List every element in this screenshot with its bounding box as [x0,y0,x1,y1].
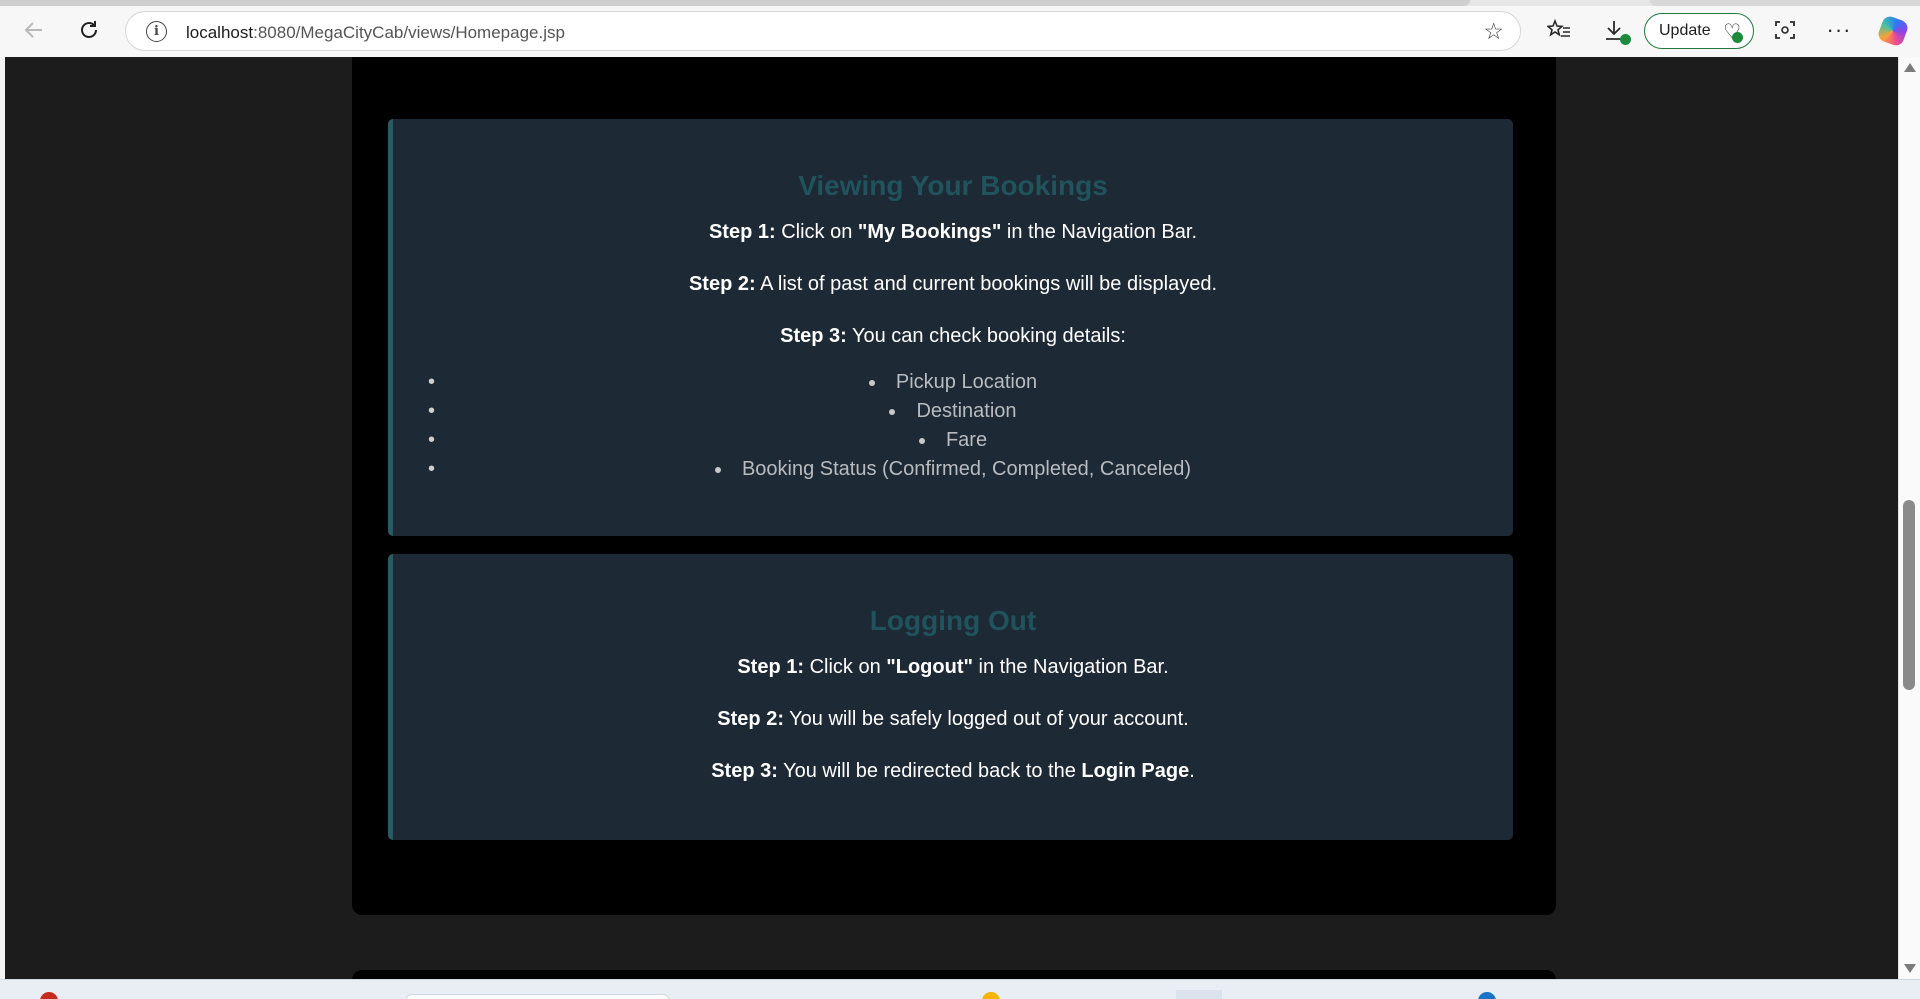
step-text: You will be redirected back to the [777,760,1082,782]
update-label: Update [1659,22,1711,39]
nav-item-name: "Logout" [886,656,973,678]
taskbar-app-icon[interactable] [1176,990,1222,999]
step-2: Step 2: A list of past and current booki… [393,273,1513,296]
booking-details-list: • Pickup Location • Destination • Fare • Boo… [393,368,1513,484]
step-text: You can check booking details: [846,325,1126,347]
step-text: . [1189,760,1195,782]
update-badge [1732,32,1743,43]
step-label: Step 1: [708,221,776,243]
refresh-icon[interactable] [73,14,105,46]
step-text: Click on [775,221,858,243]
screenshot-icon[interactable] [1769,14,1801,46]
url-text[interactable]: localhost:8080/MegaCityCab/views/Homepag… [186,23,565,43]
step-label: Step 3: [711,760,778,782]
section-logging-out: Logging Out Step 1: Click on "Logout" in… [388,554,1513,840]
step-3: Step 3: You will be redirected back to t… [393,760,1513,783]
info-icon[interactable]: i [146,21,167,42]
bullet: • [428,400,436,422]
detail-text: Destination [916,400,1017,422]
back-icon[interactable] [18,14,50,46]
active-tab[interactable] [0,0,1470,6]
copilot-icon[interactable] [1876,14,1910,48]
favorites-icon[interactable] [1543,14,1575,46]
step-label: Step 2: [688,273,756,295]
step-1: Step 1: Click on "Logout" in the Navigat… [393,656,1513,679]
step-text: in the Navigation Bar. [972,656,1169,678]
step-2: Step 2: You will be safely logged out of… [393,708,1513,731]
step-text: Click on [804,656,887,678]
bullet: • [428,371,436,393]
os-taskbar [0,979,1920,999]
step-label: Step 3: [780,325,847,347]
section-title: Viewing Your Bookings [798,170,1108,201]
taskbar-search-box[interactable] [405,994,670,999]
scroll-up-icon[interactable] [1904,63,1916,72]
more-icon[interactable]: ··· [1823,14,1855,46]
url-path: :8080/MegaCityCab/views/Homepage.jsp [253,23,565,42]
bullet: • [428,429,436,451]
step-text: in the Navigation Bar. [1001,221,1198,243]
star-icon[interactable]: ☆ [1483,18,1504,45]
vertical-scrollbar[interactable] [1898,57,1920,979]
taskbar-app-icon[interactable] [982,992,1000,999]
step-1: Step 1: Click on "My Bookings" in the Na… [393,221,1513,244]
page-name: Login Page [1081,760,1190,782]
step-label: Step 2: [717,708,784,730]
update-button[interactable]: Update ♡ [1644,13,1754,49]
page-viewport: Viewing Your Bookings Step 1: Click on "… [5,57,1898,979]
bullet: • [428,458,436,480]
list-item: • Fare [393,426,1513,455]
download-complete-badge [1620,34,1631,45]
detail-text: Booking Status (Confirmed, Completed, Ca… [741,458,1192,480]
tab-strip [0,0,1920,6]
section-viewing-bookings: Viewing Your Bookings Step 1: Click on "… [388,119,1513,536]
browser-toolbar: i localhost:8080/MegaCityCab/views/Homep… [0,0,1920,57]
list-item: • Booking Status (Confirmed, Completed, C… [393,455,1513,484]
step-3: Step 3: You can check booking details: [393,325,1513,348]
nav-item-name: "My Bookings" [857,221,1002,243]
scrollbar-thumb[interactable] [1903,500,1915,690]
list-item: • Destination [393,397,1513,426]
step-text: You will be safely logged out of your ac… [783,708,1189,730]
step-text: A list of past and current bookings will… [755,273,1218,295]
taskbar-app-icon[interactable] [40,992,58,999]
section-title: Logging Out [869,605,1037,636]
help-container: Viewing Your Bookings Step 1: Click on "… [352,57,1556,915]
scroll-down-icon[interactable] [1904,964,1916,973]
url-host: localhost [186,23,254,42]
address-bar[interactable]: i localhost:8080/MegaCityCab/views/Homep… [125,11,1521,51]
detail-text: Pickup Location [895,371,1038,393]
next-section-container [352,970,1556,979]
detail-text: Fare [945,429,988,451]
inactive-tab[interactable] [1650,0,1920,6]
list-item: • Pickup Location [393,368,1513,397]
taskbar-app-icon[interactable] [1478,992,1496,999]
step-label: Step 1: [737,656,805,678]
